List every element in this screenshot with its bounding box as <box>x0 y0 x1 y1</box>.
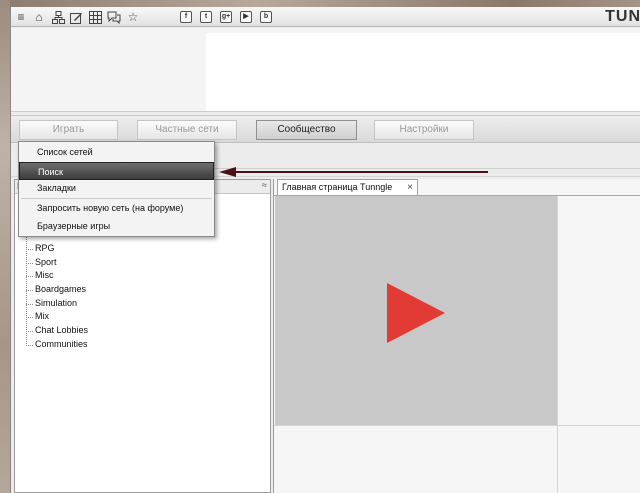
menu-item-request-network[interactable]: Запросить новую сеть (на форуме) <box>19 199 214 217</box>
twitter-icon[interactable]: t <box>200 11 212 23</box>
star-icon[interactable]: ☆ <box>126 10 140 24</box>
google-plus-icon[interactable]: g+ <box>220 11 232 23</box>
menu-item-bookmarks[interactable]: Закладки <box>19 179 214 197</box>
nav-settings-button[interactable]: Настройки <box>374 120 474 140</box>
content-panel: Главная страница Tunngle × <box>273 179 640 493</box>
banner-area <box>11 28 640 112</box>
close-icon[interactable]: × <box>407 180 413 195</box>
play-icon[interactable] <box>387 283 445 343</box>
top-toolbar: ≡ ⌂ ☆ f t g+ ▶ b TUN <box>11 7 640 27</box>
menu-item-network-list[interactable]: Список сетей <box>19 143 214 161</box>
brand-logo-text: TUN <box>605 8 640 25</box>
main-nav: Играть Частные сети Сообщество Настройки <box>11 115 640 143</box>
network-icon[interactable] <box>51 10 65 24</box>
tunngle-app-window: ≡ ⌂ ☆ f t g+ ▶ b TUN Играть Частные сети… <box>10 7 640 493</box>
banner-ad <box>206 33 640 111</box>
menu-item-search[interactable]: Поиск <box>19 162 214 180</box>
tree-item-chat-lobbies[interactable]: Chat Lobbies <box>21 324 261 338</box>
window-frame-left <box>0 0 10 493</box>
network-tree: RPG Sport Misc Boardgames Simulation Mix… <box>21 234 261 352</box>
content-divider-vertical <box>557 196 558 493</box>
content-divider-horizontal <box>274 425 640 426</box>
tree-item-simulation[interactable]: Simulation <box>21 297 261 311</box>
tree-item-misc[interactable]: Misc <box>21 269 261 283</box>
tree-item-mix[interactable]: Mix <box>21 310 261 324</box>
community-dropdown-menu: Список сетей Поиск Закладки Запросить но… <box>18 141 215 237</box>
tree-item-boardgames[interactable]: Boardgames <box>21 283 261 297</box>
collapse-icon[interactable]: ≈ <box>262 180 267 190</box>
menu-item-browser-games[interactable]: Браузерные игры <box>19 217 214 235</box>
tab-content <box>274 195 640 493</box>
menu-icon[interactable]: ≡ <box>14 10 28 24</box>
chat-icon[interactable] <box>107 10 121 24</box>
nav-play-button[interactable]: Играть <box>19 120 118 140</box>
grid-icon[interactable] <box>88 10 102 24</box>
youtube-icon[interactable]: ▶ <box>240 11 252 23</box>
subbar-field <box>211 153 640 169</box>
facebook-icon[interactable]: f <box>180 11 192 23</box>
edit-icon[interactable] <box>69 10 83 24</box>
blog-icon[interactable]: b <box>260 11 272 23</box>
video-player[interactable] <box>275 196 557 425</box>
tab-tunngle-home[interactable]: Главная страница Tunngle × <box>277 179 418 195</box>
home-icon[interactable]: ⌂ <box>32 10 46 24</box>
nav-community-button[interactable]: Сообщество <box>256 120 357 140</box>
tab-title: Главная страница Tunngle <box>282 182 393 192</box>
tree-item-communities[interactable]: Communities <box>21 338 261 352</box>
nav-private-networks-button[interactable]: Частные сети <box>137 120 237 140</box>
tree-item-rpg[interactable]: RPG <box>21 242 261 256</box>
tree-item-sport[interactable]: Sport <box>21 256 261 270</box>
